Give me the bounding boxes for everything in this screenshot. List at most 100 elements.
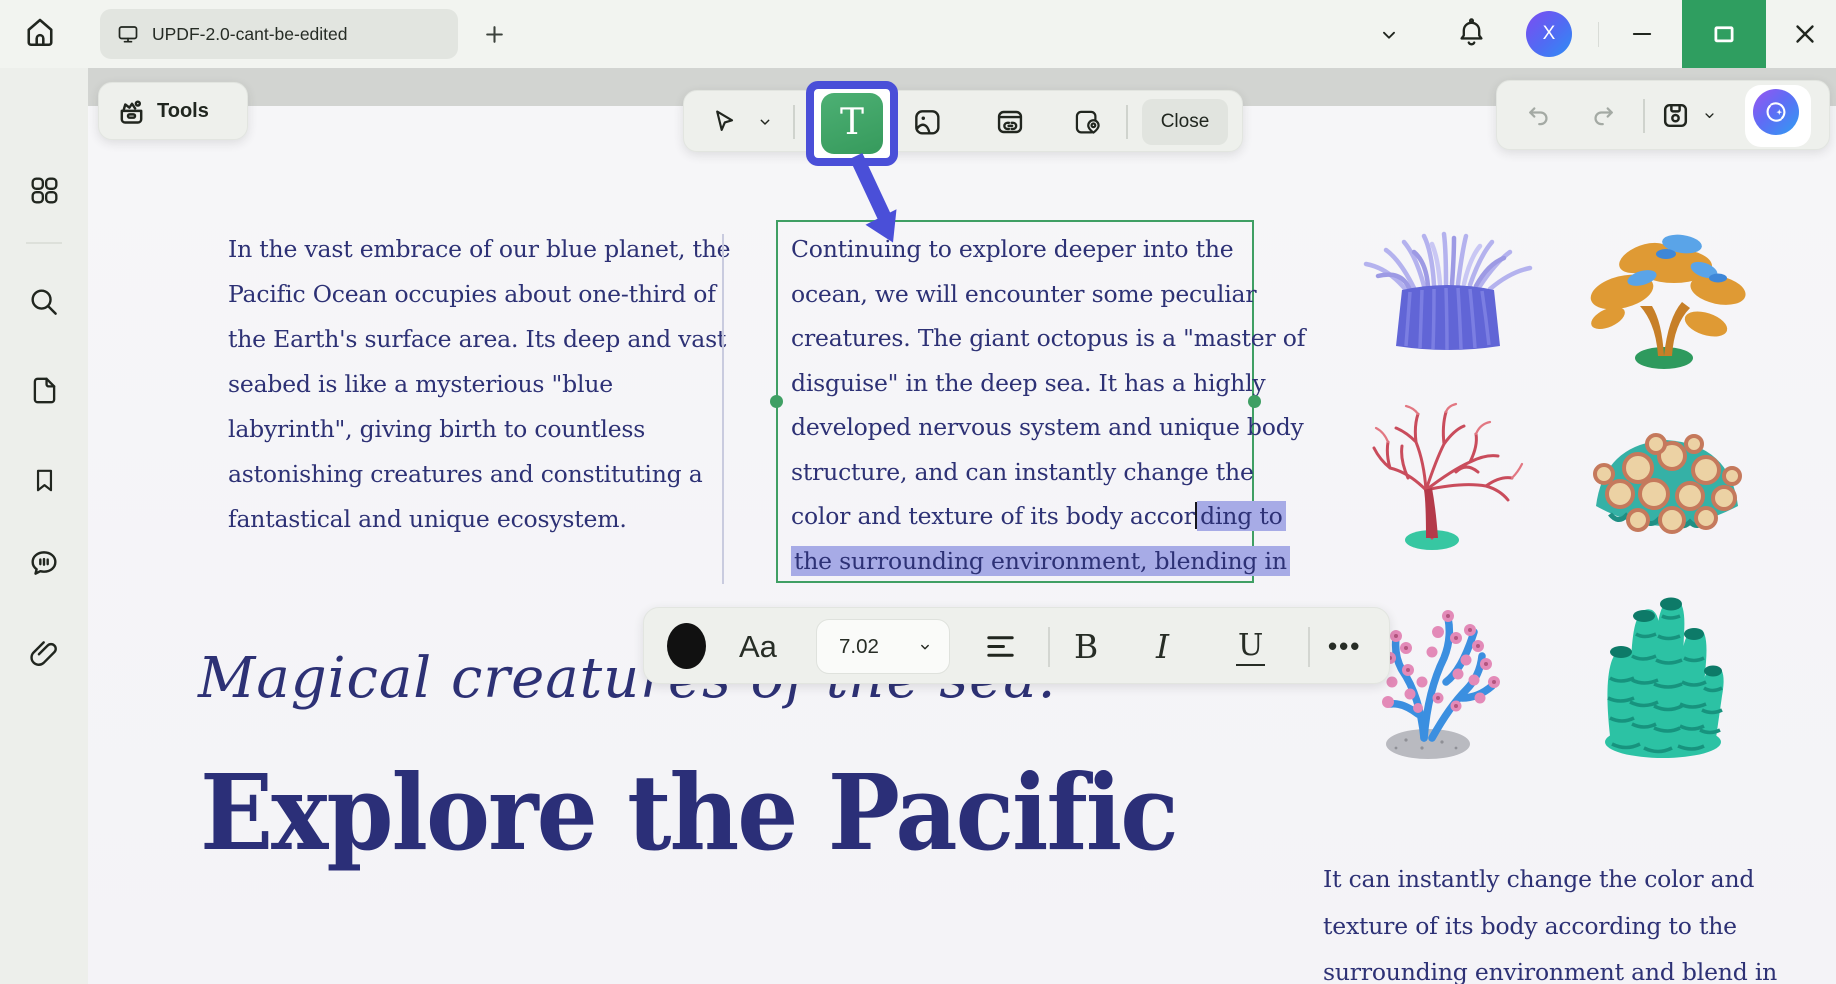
sidebar-item-bookmarks[interactable] — [25, 461, 63, 499]
right-paragraph[interactable]: It can instantly change the color andtex… — [1323, 856, 1777, 984]
textbox-line[interactable]: the surrounding environment, blending in — [791, 539, 1252, 584]
close-edit-mode-button[interactable]: Close — [1142, 99, 1228, 145]
headline-main[interactable]: Explore the Pacific — [200, 752, 1177, 874]
save-dropdown[interactable] — [1701, 108, 1718, 123]
maximize-button[interactable] — [1682, 0, 1766, 68]
paragraph-line: fantastical and unique ecosystem. — [228, 497, 730, 542]
red-fan-coral-image — [1360, 398, 1526, 550]
sidebar-item-search[interactable] — [25, 283, 63, 321]
cursor-icon — [709, 107, 738, 136]
font-size-dropdown[interactable]: 7.02 — [816, 619, 950, 674]
tools-panel-button[interactable]: Tools — [98, 82, 248, 140]
tabs-dropdown-button[interactable] — [1376, 24, 1402, 46]
link-tool-button[interactable] — [994, 106, 1026, 138]
textbox-line[interactable]: creatures. The giant octopus is a "maste… — [791, 316, 1252, 361]
align-button[interactable] — [982, 629, 1019, 664]
notifications-button[interactable] — [1455, 17, 1488, 50]
underline-button[interactable]: U — [1236, 608, 1265, 685]
textbox-line[interactable]: ocean, we will encounter some peculiar — [791, 272, 1252, 317]
chevron-down-icon — [917, 640, 933, 654]
paragraph-line: surrounding environment and blend in — [1323, 949, 1777, 984]
grid-icon — [28, 174, 61, 207]
textbox-line[interactable]: developed nervous system and unique body — [791, 405, 1252, 450]
redo-button[interactable] — [1589, 102, 1617, 130]
home-button[interactable] — [22, 14, 58, 50]
maximize-icon — [1709, 19, 1739, 49]
font-family-button[interactable]: Aa — [739, 608, 777, 685]
titlebar: UPDF-2.0-cant-be-edited X — [0, 0, 1836, 68]
document-tab[interactable]: UPDF-2.0-cant-be-edited — [100, 9, 458, 59]
monitor-icon — [116, 22, 140, 46]
selected-text: the surrounding environment, blending in — [791, 546, 1290, 576]
plus-icon — [482, 22, 507, 47]
minimize-button[interactable] — [1628, 21, 1656, 47]
more-options-dots: ••• — [1328, 631, 1361, 662]
more-options-button[interactable]: ••• — [1328, 608, 1361, 685]
format-toolbar: Aa 7.02 B I U ••• — [643, 607, 1390, 684]
chevron-down-icon — [1701, 108, 1718, 123]
toolbar-divider — [1126, 105, 1128, 139]
textbox-line[interactable]: color and texture of its body according … — [791, 494, 1252, 539]
toolbar-divider — [1308, 627, 1310, 667]
chevron-down-icon — [756, 114, 774, 130]
textbox-line[interactable]: structure, and can instantly change the — [791, 450, 1252, 495]
teal-cup-coral-image — [1580, 410, 1752, 542]
attachment-icon — [27, 637, 61, 671]
sidebar-divider — [26, 242, 62, 244]
selected-textbox[interactable]: Continuing to explore deeper into theoce… — [776, 220, 1254, 583]
text-tool-button[interactable]: T — [821, 93, 883, 154]
actions-toolbar — [1496, 80, 1830, 150]
ai-assistant-icon — [1761, 97, 1791, 127]
textbox-right-handle[interactable] — [1248, 395, 1261, 408]
image-tool-button[interactable] — [911, 106, 943, 138]
close-window-button[interactable] — [1790, 19, 1820, 49]
location-tool-icon — [1072, 106, 1104, 138]
bookmark-icon — [29, 465, 60, 496]
bold-button[interactable]: B — [1074, 608, 1098, 685]
font-color-swatch[interactable] — [667, 623, 706, 669]
sidebar — [0, 68, 88, 984]
undo-button[interactable] — [1525, 102, 1553, 130]
tab-title: UPDF-2.0-cant-be-edited — [152, 24, 348, 45]
sidebar-item-comments[interactable] — [25, 544, 63, 582]
sidebar-item-attachments[interactable] — [25, 635, 63, 673]
italic-button[interactable]: I — [1156, 608, 1169, 685]
location-tool-button[interactable] — [1072, 106, 1104, 138]
cursor-tool-button[interactable] — [709, 107, 738, 136]
sidebar-item-pages[interactable] — [25, 371, 63, 409]
undo-icon — [1525, 102, 1553, 130]
toolbar-divider — [1643, 99, 1645, 133]
comment-icon — [27, 546, 61, 580]
sidebar-item-tools-grid[interactable] — [25, 171, 63, 209]
toolbar-divider — [793, 105, 795, 139]
bell-icon — [1455, 17, 1488, 50]
textbox-text: color and texture of its body accor — [791, 502, 1195, 530]
paragraph-line: texture of its body according to the — [1323, 903, 1777, 950]
search-icon — [27, 285, 61, 319]
textbox-text: structure, and can instantly change the — [791, 458, 1254, 486]
save-button[interactable] — [1659, 99, 1692, 132]
paragraph-line: labyrinth", giving birth to countless — [228, 407, 730, 452]
textbox-text: developed nervous system and unique body — [791, 413, 1304, 441]
align-left-icon — [982, 629, 1019, 664]
textbox-line[interactable]: disguise" in the deep sea. It has a high… — [791, 361, 1252, 406]
home-icon — [22, 14, 58, 50]
new-tab-button[interactable] — [482, 22, 507, 47]
titlebar-divider — [1598, 22, 1599, 47]
ai-assistant-button[interactable] — [1753, 89, 1799, 135]
toolbox-icon — [116, 96, 147, 127]
purple-anemone-image — [1358, 228, 1538, 356]
cursor-tool-dropdown[interactable] — [756, 114, 774, 130]
teal-tube-sponge-image — [1588, 586, 1738, 758]
left-paragraph[interactable]: In the vast embrace of our blue planet, … — [228, 227, 730, 542]
image-tool-icon — [911, 106, 943, 138]
paragraph-line: In the vast embrace of our blue planet, … — [228, 227, 730, 272]
user-avatar[interactable]: X — [1526, 11, 1572, 57]
avatar-letter: X — [1543, 23, 1556, 45]
save-icon — [1659, 99, 1692, 132]
textbox-text: ocean, we will encounter some peculiar — [791, 280, 1256, 308]
paragraph-line: It can instantly change the color and — [1323, 856, 1777, 903]
textbox-left-handle[interactable] — [770, 395, 783, 408]
close-icon — [1790, 19, 1820, 49]
minimize-icon — [1628, 21, 1656, 47]
